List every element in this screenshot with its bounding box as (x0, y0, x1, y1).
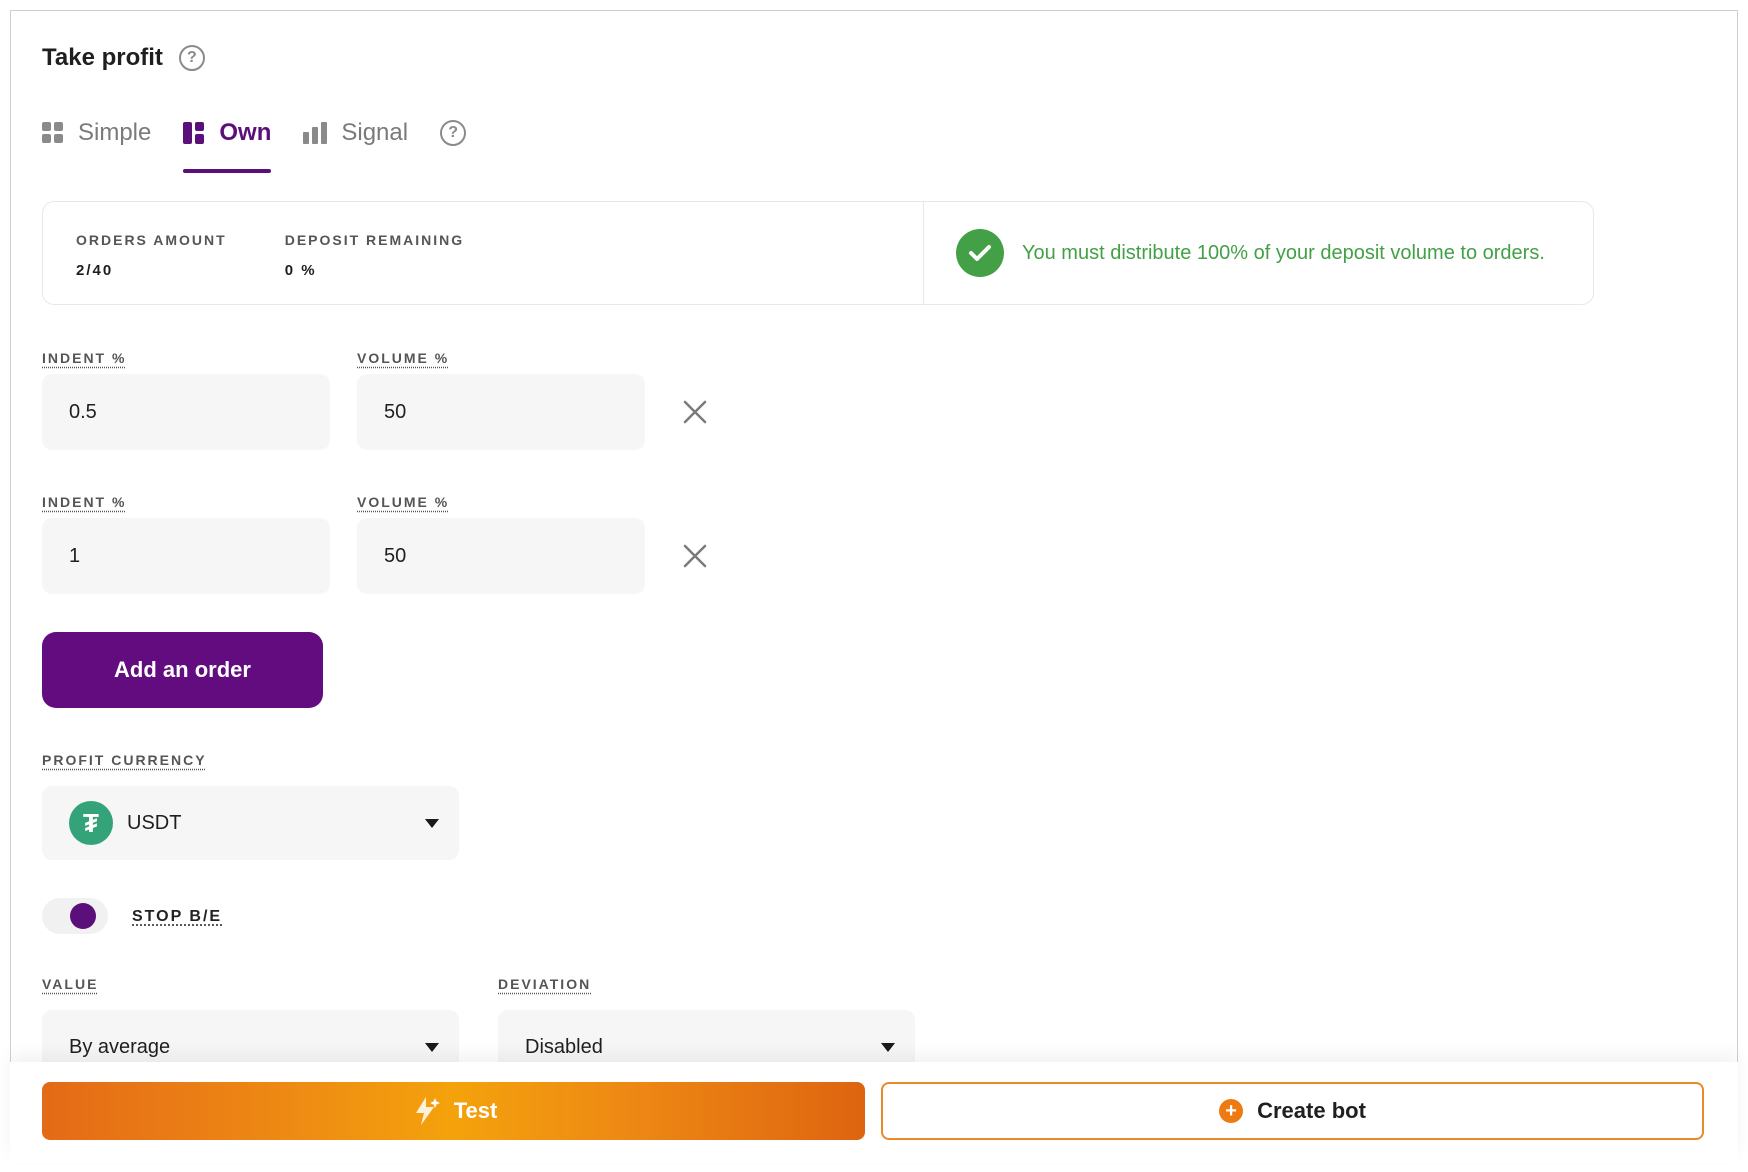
remove-order-icon-1[interactable] (680, 397, 710, 427)
tab-signal-label: Signal (341, 119, 409, 146)
profit-currency-value: USDT (127, 811, 182, 834)
tab-simple-label: Simple (78, 119, 152, 146)
help-icon[interactable]: ? (178, 45, 205, 71)
volume-label-2: VOLUME % (357, 494, 450, 510)
usdt-icon: ₮ (69, 801, 113, 845)
distribution-status: You must distribute 100% of your deposit… (924, 202, 1593, 304)
layout-icon (183, 122, 205, 144)
deposit-remaining-label: DEPOSIT REMAINING (284, 232, 465, 248)
bar-chart-icon (303, 122, 328, 144)
mode-tabs: Simple Own Signal ? (42, 113, 467, 173)
plus-circle-icon: + (1219, 1099, 1244, 1123)
toggle-knob (70, 903, 96, 929)
profit-currency-label: PROFIT CURRENCY (42, 752, 207, 768)
stop-be-label: STOP B/E (132, 908, 223, 925)
indent-input-2[interactable]: 1 (42, 518, 330, 594)
orders-amount-value: 2/40 (76, 262, 114, 279)
remove-order-icon-2[interactable] (680, 541, 710, 571)
add-order-button[interactable]: Add an order (42, 632, 323, 708)
orders-summary-card: ORDERS AMOUNT 2/40 DEPOSIT REMAINING 0 %… (42, 201, 1594, 305)
test-button-label: Test (453, 1098, 498, 1123)
volume-input-1[interactable]: 50 (357, 374, 645, 450)
grid-icon (42, 122, 63, 143)
create-bot-label: Create bot (1257, 1098, 1366, 1123)
indent-label-2: INDENT % (42, 494, 127, 510)
check-circle-icon (956, 229, 1004, 277)
deposit-remaining-value: 0 % (284, 262, 317, 279)
tab-own[interactable]: Own (183, 113, 272, 173)
orders-amount-stat: ORDERS AMOUNT 2/40 (76, 232, 227, 304)
indent-input-1[interactable]: 0.5 (42, 374, 330, 450)
tab-signal[interactable]: Signal (303, 113, 408, 153)
volume-input-2[interactable]: 50 (357, 518, 645, 594)
chevron-down-icon (425, 818, 439, 828)
tab-simple[interactable]: Simple (42, 113, 151, 153)
title-row: Take profit ? (42, 44, 205, 72)
deviation-selected: Disabled (525, 1036, 603, 1058)
stop-be-toggle[interactable] (42, 898, 108, 934)
lightning-sparkle-icon (415, 1097, 440, 1125)
distribution-message: You must distribute 100% of your deposit… (1022, 241, 1545, 264)
chevron-down-icon (425, 1043, 439, 1052)
profit-currency-select[interactable]: ₮ USDT (42, 786, 459, 860)
volume-label-1: VOLUME % (357, 350, 450, 366)
chevron-down-icon (881, 1043, 895, 1052)
tab-own-label: Own (219, 119, 272, 146)
value-label: VALUE (42, 976, 99, 992)
orders-amount-label: ORDERS AMOUNT (76, 232, 227, 248)
create-bot-button[interactable]: + Create bot (881, 1082, 1704, 1140)
test-button[interactable]: Test (42, 1082, 865, 1140)
deviation-label: DEVIATION (498, 976, 592, 992)
value-selected: By average (69, 1036, 171, 1058)
indent-label-1: INDENT % (42, 350, 127, 366)
tabs-help-icon[interactable]: ? (440, 120, 467, 146)
summary-stats: ORDERS AMOUNT 2/40 DEPOSIT REMAINING 0 % (43, 202, 924, 304)
deposit-remaining-stat: DEPOSIT REMAINING 0 % (285, 232, 464, 304)
panel-title: Take profit (42, 44, 163, 71)
